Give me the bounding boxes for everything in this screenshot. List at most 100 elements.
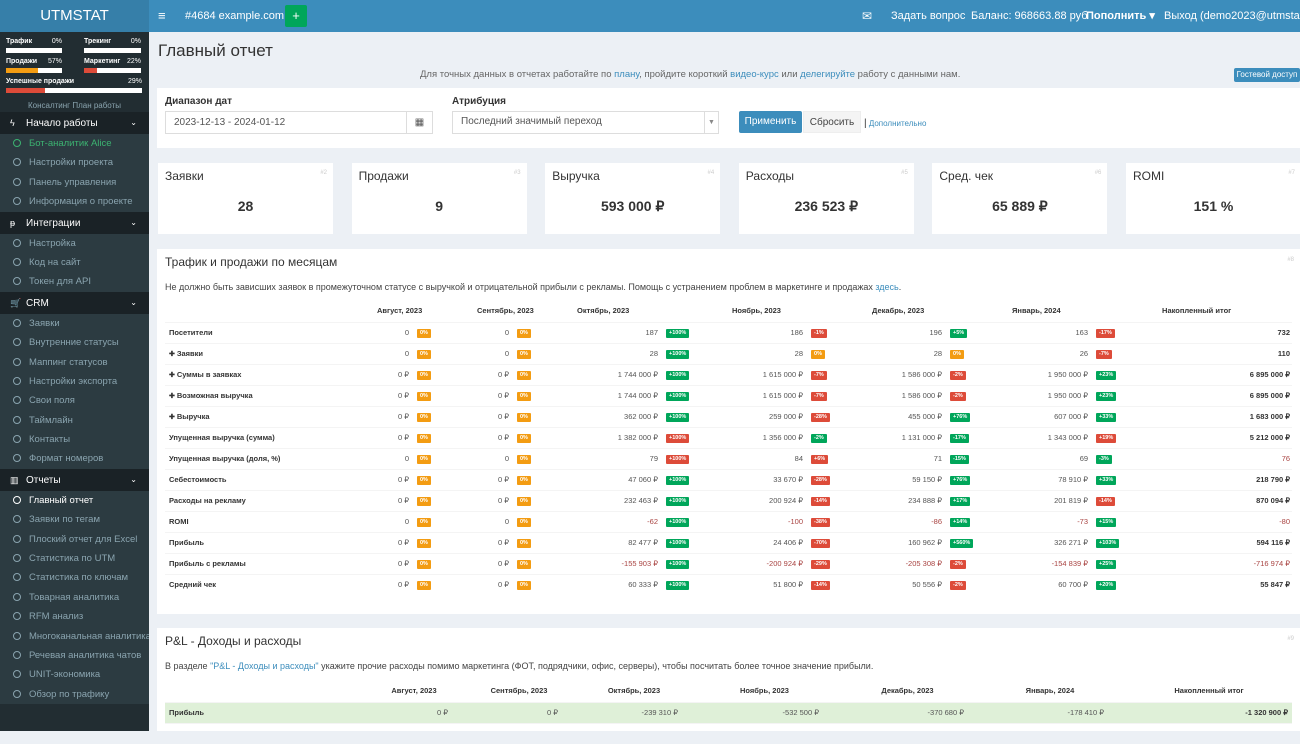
- change-badge: +100%: [666, 329, 690, 338]
- badge-cell: 0%: [417, 342, 465, 364]
- sidebar-item[interactable]: Главный отчет: [0, 490, 149, 511]
- apply-button[interactable]: Применить: [739, 111, 802, 133]
- cell-value: 0 ₽: [465, 426, 517, 448]
- table-row: Прибыль 0 ₽0% 0 ₽0% 82 477 ₽ +100% 24 406 ₽ -7…: [165, 531, 1293, 553]
- sidebar-item-label: Формат номеров: [29, 453, 104, 465]
- reset-button[interactable]: Сбросить: [803, 111, 861, 133]
- sidebar-item[interactable]: Токен для API: [0, 272, 149, 292]
- chevron-down-icon[interactable]: ⌄: [130, 469, 137, 491]
- ask-question-link[interactable]: Задать вопрос: [891, 0, 965, 32]
- sidebar-item[interactable]: Настройка: [0, 233, 149, 253]
- sidebar-item[interactable]: Информация о проекте: [0, 192, 149, 212]
- sidebar-item[interactable]: Настройки проекта: [0, 153, 149, 173]
- sidebar-item[interactable]: Плоский отчет для Excel: [0, 529, 149, 550]
- sidebar-item[interactable]: Внутренние статусы: [0, 333, 149, 353]
- pl-section-link[interactable]: "P&L - Доходы и расходы": [210, 661, 319, 671]
- change-badge: -38%: [811, 518, 830, 527]
- progress-stat: Успешные продажи 29%: [6, 78, 142, 94]
- logout-link[interactable]: Выход (demo2023@utmstat.com): [1164, 0, 1300, 32]
- sidebar-item[interactable]: Товарная аналитика: [0, 587, 149, 608]
- change-badge: +76%: [950, 413, 971, 422]
- menu-toggle-icon[interactable]: ≡: [158, 0, 166, 32]
- video-course-link[interactable]: видео-курс: [730, 69, 779, 80]
- sidebar-item-label: Информация о проекте: [29, 196, 133, 208]
- logo[interactable]: UTMSTAT: [0, 0, 149, 32]
- row-label[interactable]: ✚ Возможная выручка: [165, 384, 365, 406]
- expand-plus-icon[interactable]: ✚: [169, 414, 177, 421]
- sidebar-item[interactable]: Речевая аналитика чатов: [0, 645, 149, 666]
- date-range-input[interactable]: 2023-12-13 - 2024-01-12 ▦: [165, 111, 433, 134]
- sidebar-item[interactable]: Настройки экспорта: [0, 371, 149, 392]
- sidebar-item[interactable]: RFM анализ: [0, 607, 149, 627]
- sidebar-item[interactable]: Код на сайт: [0, 252, 149, 273]
- row-label[interactable]: ✚ Заявки: [165, 342, 365, 364]
- help-link[interactable]: здесь: [875, 282, 898, 292]
- add-project-button[interactable]: +: [285, 5, 307, 27]
- delegate-link[interactable]: делегируйте: [800, 69, 855, 80]
- plan-link[interactable]: плану: [614, 69, 639, 80]
- stat-label: Трекинг: [84, 38, 112, 45]
- cell-value: 60 700 ₽: [1000, 573, 1097, 595]
- change-badge: -14%: [1096, 497, 1115, 506]
- chevron-down-icon[interactable]: ⌄: [130, 212, 137, 234]
- header-empty: [165, 300, 365, 322]
- cell-value: -155 903 ₽: [565, 552, 666, 574]
- change-badge: -15%: [950, 455, 969, 464]
- kpi-title: Выручка: [552, 169, 600, 183]
- sidebar-item-label: Заявки по тегам: [29, 514, 100, 526]
- change-badge: -7%: [1096, 350, 1112, 359]
- sidebar-item[interactable]: Бот-аналитик Alice: [0, 134, 149, 154]
- sidebar-item[interactable]: Панель управления: [0, 172, 149, 193]
- sidebar-item[interactable]: Таймлайн: [0, 410, 149, 431]
- progress-stat: Продажи 57%: [6, 58, 62, 74]
- expand-plus-icon[interactable]: ✚: [169, 351, 177, 358]
- badge-cell: -28%: [811, 405, 861, 427]
- circle-icon: [13, 318, 21, 327]
- sidebar-item[interactable]: Заявки по тегам: [0, 510, 149, 530]
- expand-plus-icon[interactable]: ✚: [169, 372, 177, 379]
- guest-access-button[interactable]: Гостевой доступ: [1234, 68, 1300, 82]
- kpi-title: ROMI: [1133, 169, 1165, 183]
- sidebar-section-2[interactable]: 🛒 CRM ⌄: [0, 291, 149, 314]
- project-selector[interactable]: #4684 example.com ▾: [185, 0, 293, 32]
- row-label-text: Посетители: [169, 328, 213, 337]
- cell-value: 187: [565, 321, 666, 343]
- sidebar-item[interactable]: Маппинг статусов: [0, 352, 149, 372]
- envelope-icon[interactable]: ✉: [862, 0, 872, 32]
- chevron-down-icon[interactable]: ⌄: [130, 112, 137, 134]
- change-badge: +100%: [666, 539, 690, 548]
- stat-percent: 0%: [51, 38, 62, 45]
- notice-mid2: или: [778, 69, 801, 80]
- expand-plus-icon[interactable]: ✚: [169, 393, 177, 400]
- sidebar-item[interactable]: Статистика по ключам: [0, 568, 149, 588]
- sidebar-item[interactable]: Многоканальная аналитика: [0, 626, 149, 646]
- attribution-select[interactable]: Последний значимый переход ▼: [452, 111, 719, 134]
- sidebar-item[interactable]: Формат номеров: [0, 449, 149, 469]
- chevron-down-icon[interactable]: ⌄: [130, 292, 137, 314]
- sidebar-section-3[interactable]: ▥ Отчеты ⌄: [0, 468, 149, 491]
- calendar-icon[interactable]: ▦: [406, 112, 432, 133]
- row-label: Упущенная выручка (сумма): [165, 426, 365, 448]
- row-label[interactable]: ✚ Выручка: [165, 405, 365, 427]
- advanced-link[interactable]: Дополнительно: [869, 119, 927, 128]
- cell-value: 234 888 ₽: [860, 489, 951, 511]
- row-total: 594 116 ₽: [1140, 531, 1293, 553]
- sidebar-item[interactable]: Свои поля: [0, 391, 149, 411]
- sidebar-item[interactable]: Статистика по UTM: [0, 549, 149, 569]
- sidebar-section-0[interactable]: ϟ Начало работы ⌄: [0, 112, 149, 134]
- sidebar-item[interactable]: Заявки: [0, 313, 149, 334]
- kpi-title: Сред. чек: [939, 169, 993, 183]
- project-name: #4684 example.com: [185, 10, 285, 22]
- cell-value: 0 ₽: [465, 573, 517, 595]
- badge-cell: 0%: [811, 342, 861, 364]
- badge-cell: +100%: [666, 405, 721, 427]
- sidebar-item[interactable]: UNIT-экономика: [0, 665, 149, 685]
- sidebar-item[interactable]: Контакты: [0, 430, 149, 450]
- topup-dropdown[interactable]: Пополнить ▾: [1086, 0, 1155, 32]
- row-label[interactable]: ✚ Суммы в заявках: [165, 363, 365, 385]
- sidebar-item[interactable]: Обзор по трафику: [0, 684, 149, 705]
- sidebar-section-1[interactable]: ᵽ Интеграции ⌄: [0, 211, 149, 234]
- consulting-link[interactable]: Консалтинг План работы: [0, 101, 149, 110]
- column-header: Октябрь, 2023: [607, 686, 661, 696]
- badge-cell: +33%: [1096, 405, 1141, 427]
